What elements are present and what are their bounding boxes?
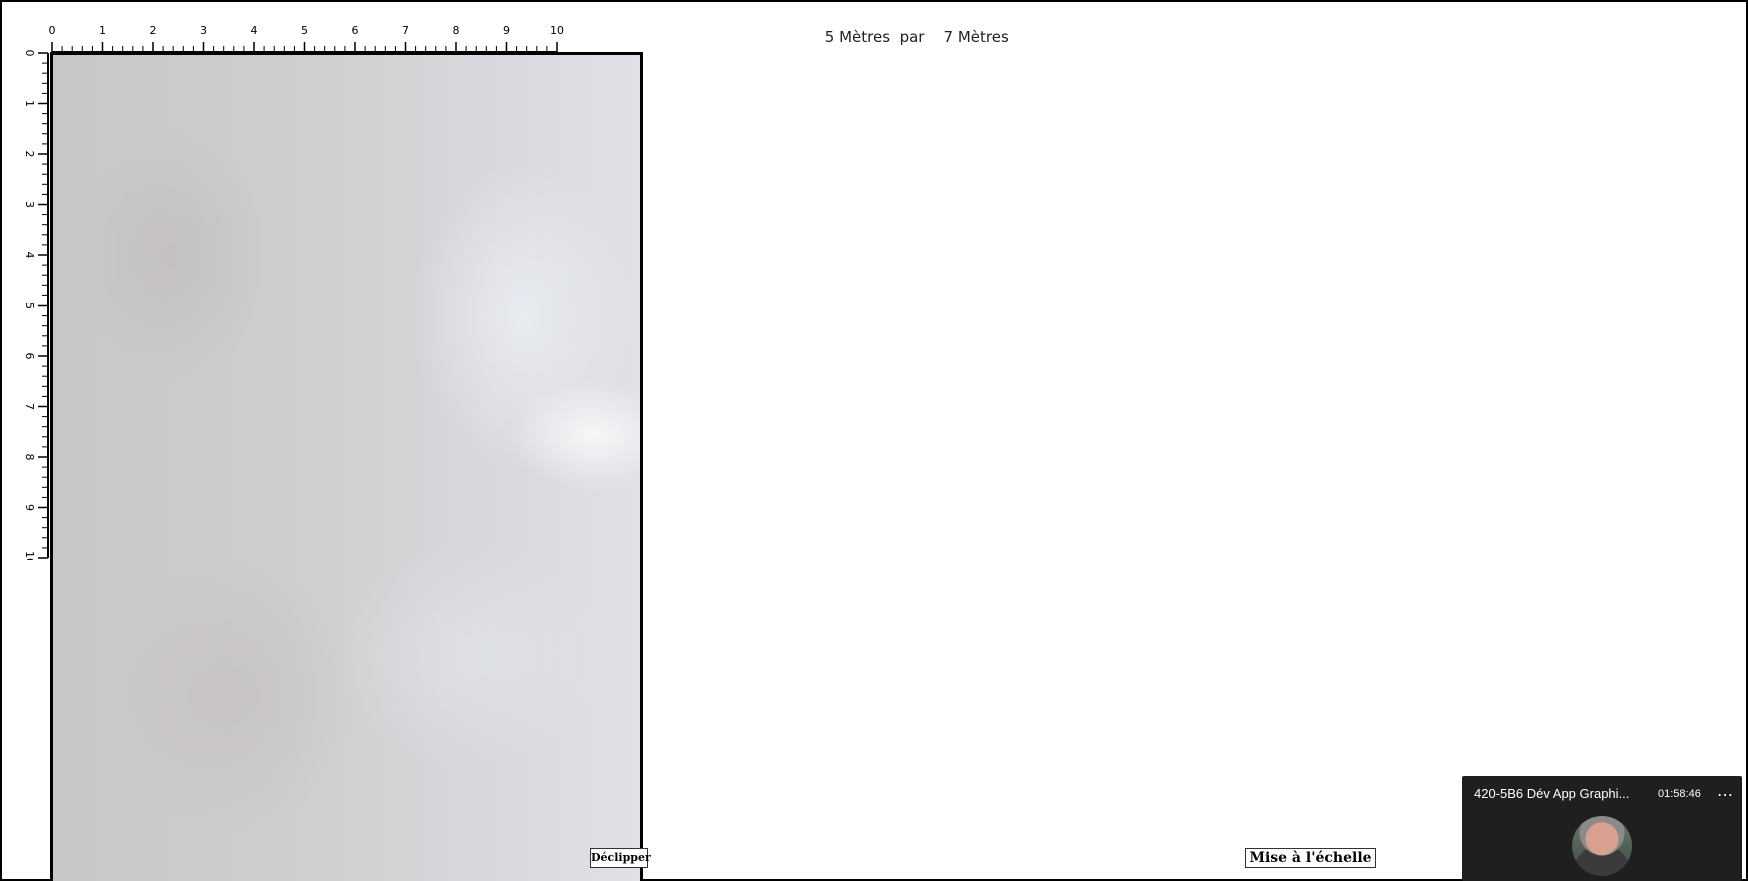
width-unit: Mètres (839, 28, 891, 46)
ruler-label: 10 (550, 24, 564, 37)
scale-button[interactable]: Mise à l'échelle (1245, 848, 1376, 868)
ruler-label: 5 (301, 24, 308, 37)
ruler-label: 7 (402, 24, 409, 37)
avatar (1572, 816, 1632, 876)
dimension-separator: par (899, 28, 925, 46)
horizontal-ruler: 0 1 2 3 4 5 6 7 8 9 10 (49, 24, 564, 53)
ruler-label: 2 (23, 151, 36, 158)
ruler-label: 4 (23, 252, 36, 259)
ruler-label: 9 (23, 504, 36, 511)
ruler-label: 1 (99, 24, 106, 37)
ruler-label: 5 (23, 302, 36, 309)
ruler-label: 8 (453, 24, 460, 37)
ruler-label: 6 (352, 24, 359, 37)
meeting-widget[interactable]: 420-5B6 Dév App Graphi... 01:58:46 … (1462, 776, 1742, 881)
ruler-label: 6 (23, 353, 36, 360)
declip-button[interactable]: Déclipper (590, 848, 651, 868)
textured-wall-image[interactable] (50, 52, 643, 881)
ruler-label: 9 (503, 24, 510, 37)
width-value: 5 (824, 28, 835, 46)
more-icon[interactable]: … (1716, 780, 1734, 802)
height-unit: Mètres (957, 28, 1009, 46)
ruler-label: 7 (23, 403, 36, 410)
height-value: 7 (943, 28, 954, 46)
ruler-label: 4 (251, 24, 258, 37)
vertical-ruler: 0 1 2 3 4 5 6 7 8 9 10 (23, 50, 49, 560)
ruler-label: 2 (150, 24, 157, 37)
ruler-label: 1 (23, 100, 36, 107)
ruler-label: 3 (200, 24, 207, 37)
dimensions-label: 5 Mètres par 7 Mètres (700, 10, 1124, 46)
meeting-title: 420-5B6 Dév App Graphi... (1474, 786, 1630, 801)
ruler-label: 0 (49, 24, 56, 37)
ruler-label: 0 (23, 50, 36, 57)
ruler-label: 3 (23, 201, 36, 208)
ruler-label: 8 (23, 454, 36, 461)
ruler-label: 10 (23, 551, 36, 560)
meeting-timer: 01:58:46 (1658, 788, 1701, 800)
